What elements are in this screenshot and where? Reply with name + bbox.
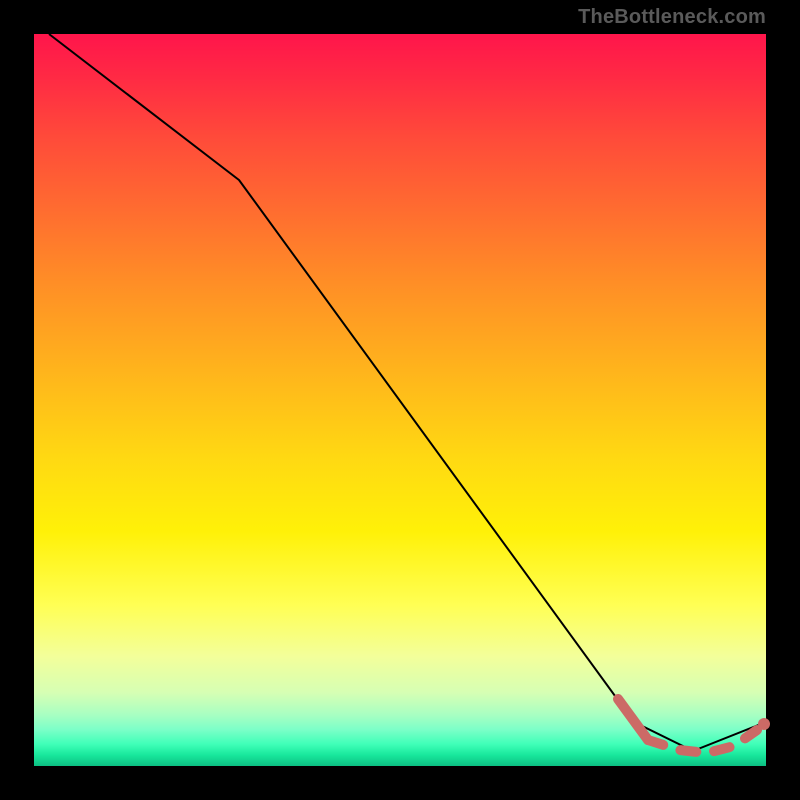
chart-canvas: TheBottleneck.com xyxy=(0,0,800,800)
optimal-zone-end-dot xyxy=(758,718,770,730)
watermark-text: TheBottleneck.com xyxy=(578,6,766,29)
optimal-zone xyxy=(648,730,757,753)
bottleneck-curve xyxy=(49,34,766,751)
optimal-zone-lead xyxy=(618,699,648,740)
chart-overlay xyxy=(34,34,766,766)
